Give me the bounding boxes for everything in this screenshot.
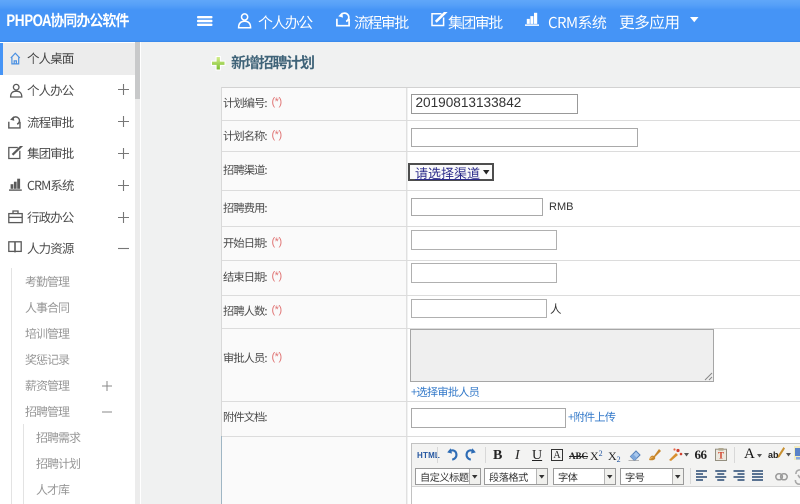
svg-text:T: T (717, 450, 723, 460)
